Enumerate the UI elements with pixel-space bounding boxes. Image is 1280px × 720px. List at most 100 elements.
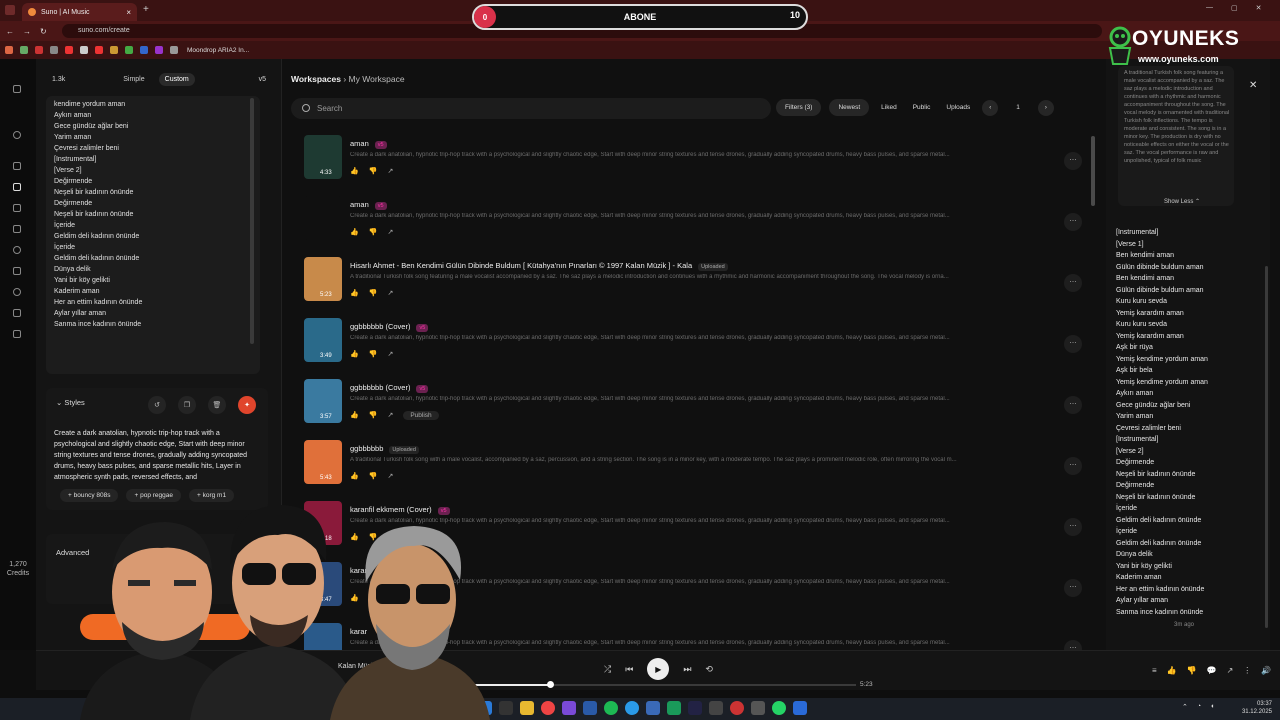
- more-options-icon[interactable]: ⋯: [1064, 396, 1082, 414]
- app-icon[interactable]: [730, 701, 744, 715]
- app-icon[interactable]: [583, 701, 597, 715]
- library-icon[interactable]: [13, 225, 21, 233]
- next-icon[interactable]: ⏭: [683, 664, 691, 675]
- more-options-icon[interactable]: ⋯: [1064, 518, 1082, 536]
- more-options-icon[interactable]: ⋯: [1064, 335, 1082, 353]
- more-options-icon[interactable]: ⋯: [1064, 152, 1082, 170]
- studio-icon[interactable]: [13, 204, 21, 212]
- dislike-icon[interactable]: 👎: [369, 472, 378, 480]
- more-options-icon[interactable]: ⋯: [1064, 579, 1082, 597]
- song-list-scrollbar[interactable]: [1091, 136, 1095, 206]
- style-tag[interactable]: + pop reggae: [126, 489, 181, 502]
- lyrics-scrollbar[interactable]: [250, 98, 254, 344]
- bookmark-icon[interactable]: [140, 46, 148, 54]
- queue-icon[interactable]: ≡: [1152, 666, 1157, 675]
- app-icon[interactable]: [751, 701, 765, 715]
- share-icon[interactable]: ↗: [387, 167, 393, 175]
- steam-icon[interactable]: [688, 701, 702, 715]
- apps-icon[interactable]: [5, 46, 13, 54]
- volume-icon[interactable]: 🔊: [1261, 666, 1271, 675]
- song-row[interactable]: aman v5 Create a dark anatolian, hypnotic …: [291, 191, 1091, 252]
- close-tab-icon[interactable]: ×: [126, 8, 131, 17]
- more-options-icon[interactable]: ⋯: [1064, 274, 1082, 292]
- tab-menu-icon[interactable]: [5, 5, 15, 15]
- breadcrumb-workspaces[interactable]: Workspaces: [291, 74, 341, 84]
- sort-button[interactable]: Newest: [829, 99, 870, 116]
- file-explorer-icon[interactable]: [520, 701, 534, 715]
- tray-chevron-icon[interactable]: ⌃: [1182, 703, 1188, 711]
- profile-icon[interactable]: [13, 131, 21, 139]
- close-panel-icon[interactable]: ✕: [1249, 80, 1257, 91]
- back-icon[interactable]: ←: [6, 27, 14, 36]
- hooks-icon[interactable]: [13, 267, 21, 275]
- share-icon[interactable]: ↗: [387, 411, 393, 420]
- bookmark-icon[interactable]: [155, 46, 163, 54]
- song-title[interactable]: aman v5: [350, 200, 387, 210]
- copy-icon[interactable]: ❐: [178, 396, 196, 414]
- style-prompt-textarea[interactable]: Create a dark anatolian, hypnotic trip-h…: [54, 428, 250, 484]
- repeat-icon[interactable]: ⟲: [705, 664, 713, 675]
- share-icon[interactable]: ↗: [387, 350, 393, 358]
- app-icon[interactable]: [667, 701, 681, 715]
- close-window-icon[interactable]: ✕: [1256, 4, 1262, 12]
- collapse-icon[interactable]: [13, 85, 21, 93]
- notifications-icon[interactable]: [13, 330, 21, 338]
- like-icon[interactable]: 👍: [1167, 666, 1177, 675]
- share-icon[interactable]: ↗: [1227, 666, 1234, 675]
- app-icon[interactable]: [709, 701, 723, 715]
- search-input[interactable]: Search: [291, 98, 771, 119]
- share-icon[interactable]: ↗: [387, 472, 393, 480]
- youtube-icon[interactable]: [65, 46, 73, 54]
- shuffle-icon[interactable]: ⤮: [604, 664, 611, 675]
- create-icon[interactable]: [13, 183, 21, 191]
- app-icon[interactable]: [646, 701, 660, 715]
- like-icon[interactable]: 👍: [350, 472, 359, 480]
- previous-icon[interactable]: ⏮: [625, 664, 633, 675]
- spotify-icon[interactable]: [604, 701, 618, 715]
- folder-icon[interactable]: [110, 46, 118, 54]
- song-title[interactable]: aman v5: [350, 139, 387, 149]
- reload-icon[interactable]: ↻: [40, 27, 47, 36]
- song-row[interactable]: 3:49 ggbbbbbb (Cover) v5 Create a dark anat…: [291, 313, 1091, 374]
- speaker-icon[interactable]: ◖: [1210, 703, 1214, 711]
- show-less-button[interactable]: Show Less ⌃: [1164, 198, 1200, 205]
- share-icon[interactable]: ↗: [387, 228, 393, 236]
- public-filter[interactable]: Public: [909, 99, 935, 116]
- dislike-icon[interactable]: 👎: [369, 228, 378, 236]
- song-title[interactable]: ggbbbbbb (Cover) v5: [350, 322, 429, 332]
- radio-icon[interactable]: [13, 309, 21, 317]
- browser-tab[interactable]: Suno | AI Music ×: [22, 3, 137, 21]
- song-row[interactable]: 5:43 ggbbbbbb Uploaded A traditional Turkis…: [291, 435, 1091, 496]
- x-icon[interactable]: [80, 46, 88, 54]
- dislike-icon[interactable]: 👎: [369, 350, 378, 358]
- maximize-icon[interactable]: ▢: [1231, 4, 1238, 12]
- forward-icon[interactable]: →: [23, 27, 31, 36]
- more-options-icon[interactable]: ⋯: [1064, 213, 1082, 231]
- song-title[interactable]: ggbbbbbb Uploaded: [350, 444, 419, 454]
- search-icon[interactable]: [499, 701, 513, 715]
- app-icon[interactable]: [562, 701, 576, 715]
- home-icon[interactable]: [13, 162, 21, 170]
- network-icon[interactable]: ◔: [1197, 703, 1201, 711]
- dislike-icon[interactable]: 👎: [369, 289, 378, 297]
- song-title[interactable]: Hisarlı Ahmet - Ben Kendimi Gülün Dibind…: [350, 261, 728, 271]
- trash-icon[interactable]: 🗑: [208, 396, 226, 414]
- next-page-icon[interactable]: ›: [1037, 99, 1054, 116]
- credits-counter[interactable]: 1,270 Credits: [4, 560, 32, 578]
- song-row[interactable]: 4:33 aman v5 Create a dark anatolian, hypno…: [291, 130, 1091, 191]
- more-options-icon[interactable]: ⋯: [1064, 457, 1082, 475]
- song-cover[interactable]: [304, 196, 342, 240]
- explore-icon[interactable]: [13, 288, 21, 296]
- detail-scrollbar[interactable]: [1265, 266, 1268, 628]
- like-icon[interactable]: 👍: [350, 411, 359, 420]
- play-button[interactable]: ▶: [647, 658, 670, 680]
- dislike-icon[interactable]: 👎: [369, 411, 378, 420]
- like-icon[interactable]: 👍: [350, 289, 359, 297]
- magic-wand-icon[interactable]: ✦: [238, 396, 256, 414]
- song-title[interactable]: ggbbbbbb (Cover) v5: [350, 383, 429, 393]
- whatsapp-icon[interactable]: [772, 701, 786, 715]
- new-tab-icon[interactable]: +: [143, 4, 149, 15]
- search-nav-icon[interactable]: [13, 246, 21, 254]
- bookmark-icon[interactable]: [95, 46, 103, 54]
- bookmark-icon[interactable]: [50, 46, 58, 54]
